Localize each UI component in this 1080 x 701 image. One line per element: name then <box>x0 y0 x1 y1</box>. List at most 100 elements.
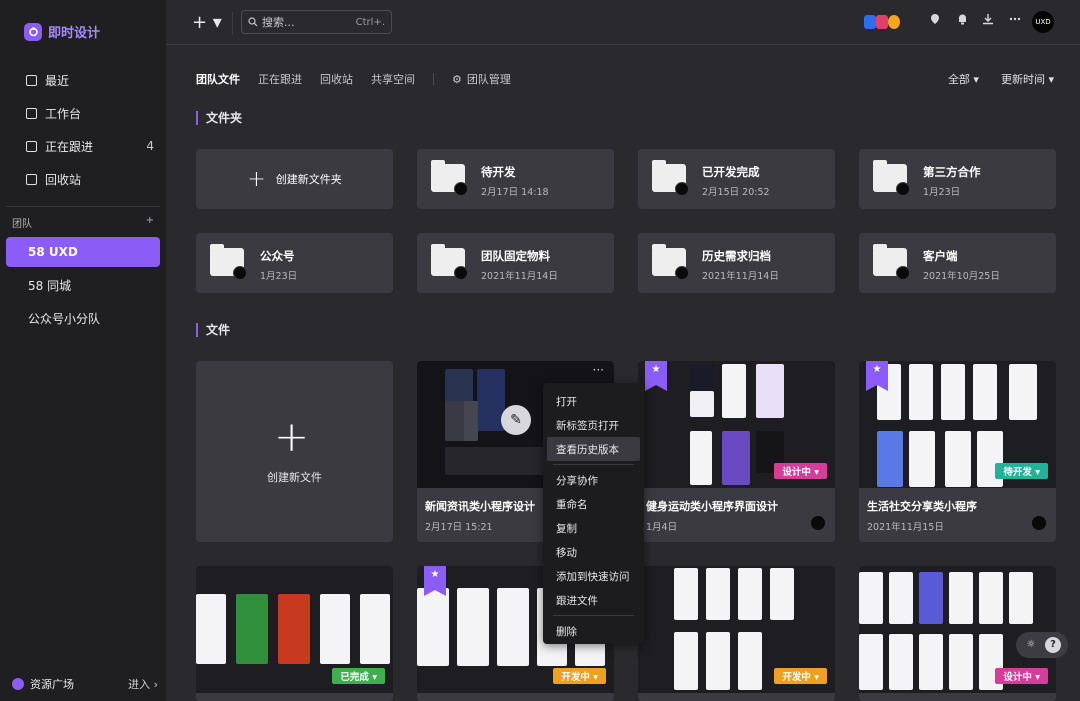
owner-avatar <box>454 182 468 196</box>
create-folder-button[interactable]: + 创建新文件夹 <box>196 149 393 209</box>
tab-bar: 团队文件 正在跟进 回收站 共享空间 ⚙ 团队管理 <box>196 71 511 87</box>
file-name: 新闻资讯类小程序设计 <box>425 500 535 513</box>
folder-date: 1月23日 <box>260 271 298 282</box>
file-card[interactable]: ★ 待开发 ▾ 生活社交分享类小程序 2021年11月15日 <box>859 361 1056 542</box>
menu-item-share[interactable]: 分享协作 <box>547 468 640 492</box>
search-icon <box>248 17 258 27</box>
add-menu-button[interactable]: + ▾ <box>192 12 222 33</box>
menu-item-rename[interactable]: 重命名 <box>547 492 640 516</box>
file-date: 1月4日 <box>646 522 678 533</box>
owner-avatar <box>896 266 910 280</box>
folder-card[interactable]: 待开发 2月17日 14:18 <box>417 149 614 209</box>
bell-icon[interactable] <box>954 13 970 29</box>
team-item-gongzhonghao[interactable]: 公众号小分队 <box>6 303 160 333</box>
folders-section-title: 文件夹 <box>196 111 242 125</box>
search-input[interactable]: 搜索... <box>262 14 295 30</box>
status-badge[interactable]: 设计中 ▾ <box>774 463 827 479</box>
sort-dropdown[interactable]: 更新时间 ▾ <box>1001 71 1054 87</box>
create-folder-label: 创建新文件夹 <box>275 173 342 186</box>
search-box[interactable]: 搜索... Ctrl+. <box>241 10 392 34</box>
menu-separator <box>553 615 634 616</box>
menu-item-version-history[interactable]: 查看历史版本 <box>547 437 640 461</box>
filter-all-dropdown[interactable]: 全部 ▾ <box>948 71 979 87</box>
menu-item-delete[interactable]: 删除 <box>547 619 640 643</box>
tab-team-manage[interactable]: ⚙ 团队管理 <box>452 71 511 87</box>
owner-avatar <box>675 182 689 196</box>
status-badge[interactable]: 待开发 ▾ <box>995 463 1048 479</box>
sidebar-item-workspace[interactable]: 工作台 <box>26 102 154 124</box>
tab-team-manage-label: 团队管理 <box>466 73 511 86</box>
team-header: 团队 + <box>12 215 154 230</box>
context-menu: 打开 新标签页打开 查看历史版本 分享协作 重命名 复制 移动 添加到快速访问 … <box>543 383 644 644</box>
location-icon[interactable] <box>927 13 943 29</box>
folder-name: 已开发完成 <box>702 165 760 179</box>
team-item-58tongcheng[interactable]: 58 同城 <box>6 270 160 300</box>
sidebar-item-trash[interactable]: 回收站 <box>26 168 154 190</box>
more-options-icon[interactable]: ··· <box>593 363 604 377</box>
download-icon[interactable] <box>980 13 996 29</box>
status-badge[interactable]: 设计中 ▾ <box>995 668 1048 684</box>
tab-team-files[interactable]: 团队文件 <box>196 71 240 87</box>
filter-bar: 全部 ▾ 更新时间 ▾ <box>948 71 1054 87</box>
menu-item-open-new-tab[interactable]: 新标签页打开 <box>547 413 640 437</box>
create-file-label: 创建新文件 <box>267 471 322 484</box>
resource-plaza[interactable]: 资源广场 进入 › <box>12 676 158 692</box>
file-card[interactable]: 开发中 ▾ <box>638 566 835 701</box>
resource-label: 资源广场 <box>30 678 74 691</box>
sidebar-item-label: 工作台 <box>45 106 82 121</box>
sidebar-item-following[interactable]: 正在跟进 4 <box>26 135 154 157</box>
folder-card[interactable]: 团队固定物料 2021年11月14日 <box>417 233 614 293</box>
folder-card[interactable]: 公众号 1月23日 <box>196 233 393 293</box>
file-card[interactable]: 已完成 ▾ <box>196 566 393 701</box>
tab-shared-space[interactable]: 共享空间 <box>371 71 415 87</box>
owner-avatar <box>233 266 247 280</box>
plugin-badge-icon <box>888 15 900 29</box>
sidebar-item-label: 回收站 <box>45 172 82 187</box>
folder-name: 历史需求归档 <box>702 249 771 263</box>
folder-name: 第三方合作 <box>923 165 981 179</box>
folder-name: 公众号 <box>260 249 295 263</box>
compass-icon <box>12 678 24 690</box>
tab-separator <box>433 73 434 85</box>
help-icon[interactable]: ? <box>1045 637 1061 653</box>
file-name: 生活社交分享类小程序 <box>867 500 977 513</box>
more-icon[interactable] <box>1007 13 1023 29</box>
status-badge[interactable]: 开发中 ▾ <box>774 668 827 684</box>
owner-avatar <box>896 182 910 196</box>
status-badge[interactable]: 已完成 ▾ <box>332 668 385 684</box>
folder-card[interactable]: 第三方合作 1月23日 <box>859 149 1056 209</box>
edit-pencil-icon[interactable]: ✎ <box>501 405 531 435</box>
owner-avatar <box>675 266 689 280</box>
team-item-58uxd[interactable]: 58 UXD <box>6 237 160 267</box>
add-team-button[interactable]: + <box>146 215 154 230</box>
folder-date: 2021年11月14日 <box>702 271 779 282</box>
tab-following[interactable]: 正在跟进 <box>258 71 302 87</box>
folder-card[interactable]: 客户端 2021年10月25日 <box>859 233 1056 293</box>
folder-card[interactable]: 已开发完成 2月15日 20:52 <box>638 149 835 209</box>
sun-icon[interactable]: ☼ <box>1023 637 1039 653</box>
folder-date: 1月23日 <box>923 187 961 198</box>
plugin-badge-icon <box>876 15 888 29</box>
menu-item-move[interactable]: 移动 <box>547 540 640 564</box>
resource-enter-link[interactable]: 进入 › <box>128 676 158 692</box>
folder-date: 2021年11月14日 <box>481 271 558 282</box>
menu-item-open[interactable]: 打开 <box>547 389 640 413</box>
folder-card[interactable]: 历史需求归档 2021年11月14日 <box>638 233 835 293</box>
sidebar-item-recent[interactable]: 最近 <box>26 69 154 91</box>
bookmark-check-icon <box>26 140 37 152</box>
folder-name: 客户端 <box>923 249 958 263</box>
plugin-badges[interactable] <box>864 15 900 29</box>
search-shortcut: Ctrl+. <box>355 16 385 28</box>
tab-trash[interactable]: 回收站 <box>320 71 353 87</box>
status-badge[interactable]: 开发中 ▾ <box>553 668 606 684</box>
menu-separator <box>553 464 634 465</box>
user-card-icon <box>26 107 37 119</box>
file-card[interactable]: ★ 设计中 ▾ 健身运动类小程序界面设计 1月4日 <box>638 361 835 542</box>
app-logo[interactable]: 即时设计 <box>24 22 100 41</box>
create-file-button[interactable]: + 创建新文件 <box>196 361 393 542</box>
file-date: 2021年11月15日 <box>867 522 944 533</box>
user-avatar[interactable]: UXD <box>1032 11 1054 33</box>
menu-item-follow[interactable]: 跟进文件 <box>547 588 640 612</box>
menu-item-duplicate[interactable]: 复制 <box>547 516 640 540</box>
menu-item-quick-access[interactable]: 添加到快速访问 <box>547 564 640 588</box>
